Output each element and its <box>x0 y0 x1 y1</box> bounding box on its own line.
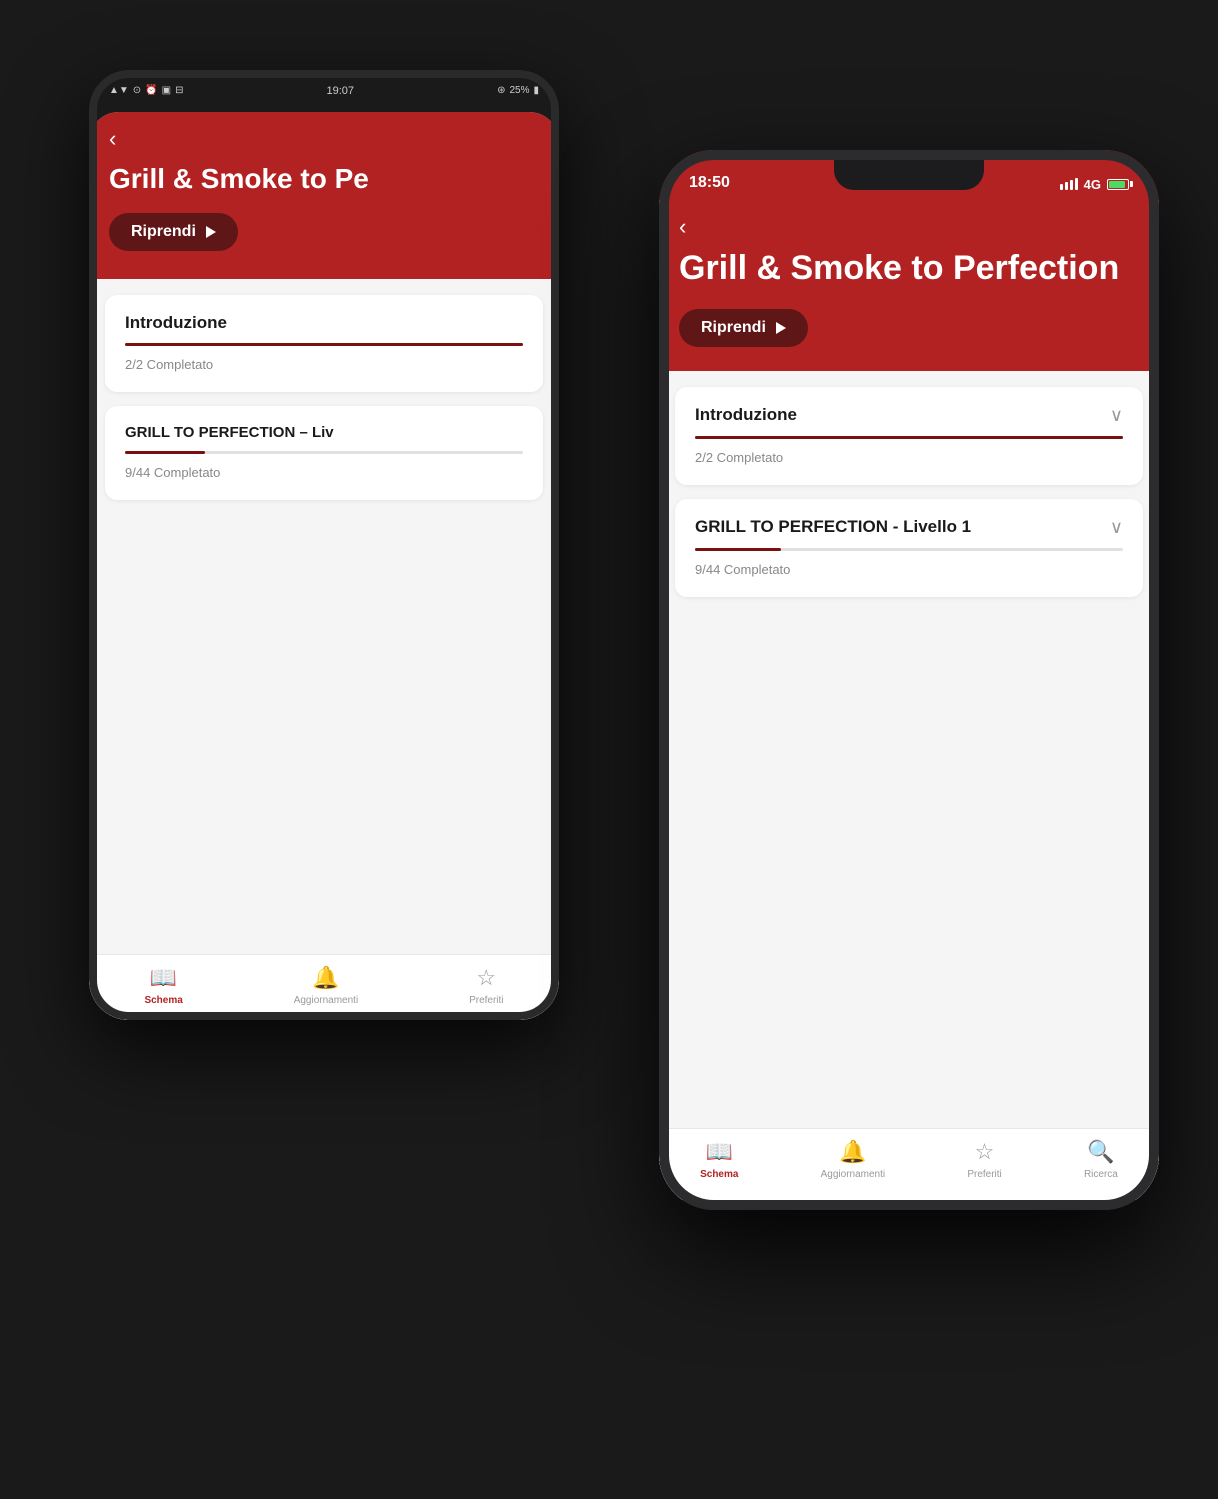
iphone-tab-schema-label: Schema <box>700 1169 738 1180</box>
iphone-progress-bar-1 <box>695 548 1123 551</box>
iphone-network-label: 4G <box>1084 177 1101 192</box>
android-section-header-1: GRILL TO PERFECTION – Liv <box>125 424 523 441</box>
iphone-section-title-1: GRILL TO PERFECTION - Livello 1 <box>695 517 971 537</box>
android-progress-text-0: 2/2 Completato <box>125 357 213 372</box>
iphone-progress-text-1: 9/44 Completato <box>695 562 790 577</box>
android-status-left: ▲▼ ⊙ ⏰ ▣ ⊟ <box>109 85 183 96</box>
android-progress-text-1: 9/44 Completato <box>125 465 220 480</box>
android-status-bar: ▲▼ ⊙ ⏰ ▣ ⊟ 19:07 ⊛ 25% ▮ <box>89 70 559 112</box>
iphone-chevron-1: ∨ <box>1110 517 1123 538</box>
android-header: ‹ Grill & Smoke to Pe Riprendi <box>89 112 559 280</box>
android-tab-preferiti[interactable]: ☆ Preferiti <box>469 965 503 1006</box>
android-tab-schema-label: Schema <box>144 995 182 1006</box>
android-section-title-0: Introduzione <box>125 313 227 333</box>
iphone-battery-fill <box>1109 181 1125 188</box>
android-alarm-icon: ⏰ <box>145 85 157 96</box>
android-section-header-0: Introduzione <box>125 313 523 333</box>
iphone-tab-aggiornamenti[interactable]: 🔔 Aggiornamenti <box>821 1139 885 1180</box>
iphone-tab-preferiti[interactable]: ☆ Preferiti <box>967 1139 1001 1180</box>
android-content-area: Introduzione 2/2 Completato GRILL TO PER… <box>89 279 559 953</box>
iphone-status-icons: 4G <box>1060 177 1129 192</box>
iphone-notch <box>834 160 984 190</box>
android-back-button[interactable]: ‹ <box>109 126 539 152</box>
iphone-tab-aggiornamenti-label: Aggiornamenti <box>821 1169 885 1180</box>
android-progress-fill-1 <box>125 451 205 454</box>
android-tab-aggiornamenti-icon: 🔔 <box>312 965 339 991</box>
iphone-header: ‹ Grill & Smoke to Perfection Riprendi <box>659 200 1159 371</box>
android-time: 19:07 <box>327 85 355 97</box>
iphone-section-card-0[interactable]: Introduzione ∨ 2/2 Completato <box>675 387 1143 485</box>
iphone-progress-bar-0 <box>695 436 1123 439</box>
iphone-section-header-1: GRILL TO PERFECTION - Livello 1 ∨ <box>695 517 1123 538</box>
android-status-right: ⊛ 25% ▮ <box>497 85 539 96</box>
iphone-section-card-1[interactable]: GRILL TO PERFECTION - Livello 1 ∨ 9/44 C… <box>675 499 1143 597</box>
iphone-tab-preferiti-icon: ☆ <box>975 1139 995 1165</box>
iphone-tab-bar: 📖 Schema 🔔 Aggiornamenti ☆ Preferiti 🔍 R… <box>659 1128 1159 1200</box>
iphone-tab-ricerca-label: Ricerca <box>1084 1169 1118 1180</box>
iphone-progress-fill-0 <box>695 436 1123 439</box>
android-resume-label: Riprendi <box>131 223 196 241</box>
android-phone: ▲▼ ⊙ ⏰ ▣ ⊟ 19:07 ⊛ 25% ▮ ‹ Grill & Smoke… <box>89 70 559 1020</box>
iphone-tab-schema[interactable]: 📖 Schema <box>700 1139 738 1180</box>
iphone-battery-icon <box>1107 179 1129 190</box>
iphone-resume-button[interactable]: Riprendi <box>679 309 808 347</box>
iphone-chevron-0: ∨ <box>1110 405 1123 426</box>
iphone-play-icon <box>776 322 786 334</box>
iphone-signal-icon <box>1060 178 1078 190</box>
iphone-tab-ricerca-icon: 🔍 <box>1087 1139 1114 1165</box>
android-play-icon <box>206 226 216 238</box>
iphone-back-button[interactable]: ‹ <box>679 214 1139 240</box>
android-status-center: 19:07 <box>327 85 355 97</box>
android-extra-icon: ⊟ <box>175 85 183 96</box>
android-progress-fill-0 <box>125 343 523 346</box>
iphone-progress-fill-1 <box>695 548 781 551</box>
android-progress-bar-1 <box>125 451 523 454</box>
android-screen: ‹ Grill & Smoke to Pe Riprendi Introduzi… <box>89 112 559 1020</box>
android-bt-icon: ⊛ <box>497 85 505 96</box>
iphone-screen: ‹ Grill & Smoke to Perfection Riprendi I… <box>659 200 1159 1200</box>
iphone-section-title-0: Introduzione <box>695 405 797 425</box>
iphone-app-title: Grill & Smoke to Perfection <box>679 250 1139 287</box>
iphone-content-area: Introduzione ∨ 2/2 Completato GRILL TO P… <box>659 371 1159 1128</box>
iphone-tab-aggiornamenti-icon: 🔔 <box>839 1139 866 1165</box>
android-section-card-1[interactable]: GRILL TO PERFECTION – Liv 9/44 Completat… <box>105 406 543 500</box>
android-tab-preferiti-label: Preferiti <box>469 995 503 1006</box>
iphone-tab-schema-icon: 📖 <box>706 1139 733 1165</box>
android-resume-button[interactable]: Riprendi <box>109 213 238 251</box>
android-progress-bar-0 <box>125 343 523 346</box>
android-app-title: Grill & Smoke to Pe <box>109 162 539 196</box>
android-tab-preferiti-icon: ☆ <box>476 965 496 991</box>
android-tab-schema[interactable]: 📖 Schema <box>144 965 182 1006</box>
android-tab-aggiornamenti[interactable]: 🔔 Aggiornamenti <box>294 965 358 1006</box>
android-tab-bar: 📖 Schema 🔔 Aggiornamenti ☆ Preferiti <box>89 954 559 1020</box>
android-camera-icon: ▣ <box>162 85 171 96</box>
android-section-title-1: GRILL TO PERFECTION – Liv <box>125 424 334 441</box>
android-signal-icon: ▲▼ <box>109 85 129 96</box>
android-battery-text: 25% <box>509 85 529 96</box>
scene: ▲▼ ⊙ ⏰ ▣ ⊟ 19:07 ⊛ 25% ▮ ‹ Grill & Smoke… <box>59 50 1159 1450</box>
iphone-tab-ricerca[interactable]: 🔍 Ricerca <box>1084 1139 1118 1180</box>
iphone-time: 18:50 <box>689 174 730 192</box>
iphone-resume-label: Riprendi <box>701 319 766 337</box>
iphone-section-header-0: Introduzione ∨ <box>695 405 1123 426</box>
android-tab-schema-icon: 📖 <box>150 965 177 991</box>
android-battery-icon: ▮ <box>533 85 539 96</box>
iphone-tab-preferiti-label: Preferiti <box>967 1169 1001 1180</box>
iphone: 18:50 4G ‹ Grill & Smoke to Perfection <box>659 150 1159 1210</box>
android-wifi-icon: ⊙ <box>133 85 141 96</box>
android-tab-aggiornamenti-label: Aggiornamenti <box>294 995 358 1006</box>
android-section-card-0[interactable]: Introduzione 2/2 Completato <box>105 295 543 392</box>
iphone-progress-text-0: 2/2 Completato <box>695 450 783 465</box>
